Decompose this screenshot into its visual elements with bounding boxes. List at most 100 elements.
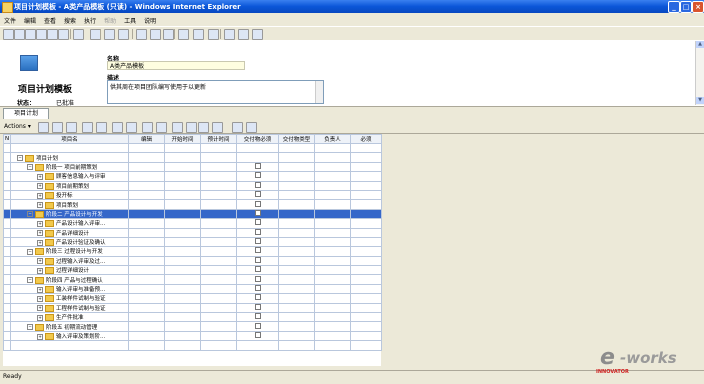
deliverable-checkbox[interactable] (254, 238, 261, 245)
toolbar-icon[interactable] (208, 29, 219, 40)
table-row[interactable]: + 工装样件试制与验证 (3, 293, 382, 304)
deliverable-checkbox[interactable] (254, 304, 261, 310)
grid-toolbar-icon[interactable] (112, 122, 123, 133)
table-row[interactable]: + 顾客信息输入与评审 (3, 171, 382, 182)
expand-icon[interactable]: + (37, 258, 43, 265)
deliverable-checkbox[interactable] (254, 163, 261, 169)
grid-toolbar-icon[interactable] (66, 122, 77, 133)
minimize-button[interactable]: _ (668, 1, 680, 13)
deliverable-checkbox[interactable] (254, 200, 261, 207)
table-row[interactable]: − 阶段三 过程设计与开发 (3, 246, 382, 257)
table-row[interactable]: + 输入评审与准备预... (3, 283, 382, 295)
description-field[interactable]: 供其周在项目团队编写使用于以更新 (107, 80, 324, 104)
table-row[interactable]: + 产品设计输入评审... (3, 218, 382, 229)
expand-icon[interactable]: + (37, 305, 43, 312)
menu-item-7[interactable]: 说明 (140, 14, 160, 25)
expand-icon[interactable]: − (27, 248, 33, 255)
toolbar-icon[interactable] (224, 29, 235, 40)
grid-toolbar-icon[interactable] (96, 122, 107, 133)
table-row[interactable]: − 项目计划 (3, 152, 382, 163)
deliverable-checkbox[interactable] (254, 332, 261, 338)
expand-icon[interactable]: − (27, 324, 33, 331)
toolbar-icon[interactable] (136, 29, 147, 40)
expand-icon[interactable]: + (37, 230, 43, 237)
deliverable-checkbox[interactable] (254, 219, 261, 226)
deliverable-checkbox[interactable] (254, 191, 261, 198)
column-header[interactable]: 编辑 (128, 134, 165, 144)
deliverable-checkbox[interactable] (254, 322, 261, 329)
grid-toolbar-icon[interactable] (52, 122, 63, 133)
table-row[interactable]: − 阶段一 项目前期策划 (3, 161, 382, 173)
grid-toolbar-icon[interactable] (246, 122, 257, 133)
scroll-down-icon[interactable]: ▼ (696, 97, 704, 104)
table-row[interactable]: − 阶段四 产品与过程确认 (3, 274, 382, 285)
column-header[interactable]: 开始时间 (164, 134, 201, 144)
menu-item-2[interactable]: 查看 (40, 14, 60, 25)
deliverable-checkbox[interactable] (254, 172, 261, 179)
grid-toolbar-icon[interactable] (212, 122, 223, 133)
toolbar-icon[interactable] (163, 29, 174, 40)
description-scrollbar[interactable] (315, 81, 323, 103)
deliverable-checkbox[interactable] (254, 247, 261, 254)
expand-icon[interactable]: + (37, 202, 43, 209)
expand-icon[interactable]: − (27, 277, 33, 284)
toolbar-icon[interactable] (252, 29, 263, 40)
table-row[interactable]: + 项目策划 (3, 199, 382, 210)
maximize-button[interactable]: □ (680, 1, 692, 13)
toolbar-icon[interactable] (3, 29, 14, 40)
deliverable-checkbox[interactable] (254, 294, 261, 301)
toolbar-icon[interactable] (238, 29, 249, 40)
deliverable-checkbox[interactable] (254, 276, 261, 282)
expand-icon[interactable]: + (37, 267, 43, 274)
expand-icon[interactable]: + (37, 220, 43, 227)
column-header[interactable]: 预计时间 (200, 134, 237, 144)
grid-toolbar-icon[interactable] (172, 122, 183, 133)
table-row[interactable]: + 输入评审及策划阶... (3, 330, 382, 342)
menu-item-3[interactable]: 搜索 (60, 14, 80, 25)
grid-toolbar-icon[interactable] (82, 122, 93, 133)
grid-toolbar-icon[interactable] (232, 122, 243, 133)
menu-item-5[interactable]: 帮助 (100, 14, 120, 25)
toolbar-icon[interactable] (178, 29, 189, 40)
table-row[interactable]: − 阶段五 初期流动管理 (3, 321, 382, 332)
menu-item-1[interactable]: 编辑 (20, 14, 40, 25)
table-row[interactable]: − 阶段二 产品设计与开发 (3, 208, 382, 220)
table-row[interactable]: + 产品设计验证及确认 (3, 236, 382, 248)
grid-toolbar-icon[interactable] (126, 122, 137, 133)
grid-toolbar-icon[interactable] (156, 122, 167, 133)
expand-icon[interactable]: + (37, 295, 43, 302)
toolbar-icon[interactable] (118, 29, 129, 40)
column-header[interactable]: 负责人 (314, 134, 351, 144)
expand-icon[interactable]: − (27, 164, 33, 171)
deliverable-checkbox[interactable] (254, 285, 261, 292)
table-row[interactable]: + 产品详细设计 (3, 227, 382, 238)
name-field[interactable]: A类产品模板 (107, 61, 245, 70)
table-row[interactable]: + 生产件批准 (3, 312, 382, 323)
menu-item-4[interactable]: 执行 (80, 14, 100, 25)
expand-icon[interactable]: + (37, 183, 43, 190)
toolbar-icon[interactable] (150, 29, 161, 40)
form-scrollbar[interactable]: ▲ ▼ (695, 41, 704, 105)
expand-icon[interactable]: + (37, 286, 43, 293)
close-button[interactable]: × (692, 1, 704, 13)
column-header[interactable]: 项目名 (10, 134, 129, 144)
scroll-up-icon[interactable]: ▲ (696, 41, 704, 48)
expand-icon[interactable]: − (17, 155, 23, 162)
expand-icon[interactable]: + (37, 192, 43, 199)
menu-item-0[interactable]: 文件 (0, 14, 20, 25)
column-header[interactable]: 交付物必须 (236, 134, 279, 144)
expand-icon[interactable]: + (37, 239, 43, 246)
deliverable-checkbox[interactable] (254, 313, 261, 320)
grid-toolbar-icon[interactable] (38, 122, 49, 133)
expand-icon[interactable]: + (37, 173, 43, 180)
toolbar-icon[interactable] (25, 29, 36, 40)
table-row[interactable]: + 项目前期策划 (3, 180, 382, 191)
column-header[interactable]: N (3, 134, 11, 144)
grid-toolbar-icon[interactable] (198, 122, 209, 133)
deliverable-checkbox[interactable] (254, 257, 261, 263)
column-header[interactable]: 必须 (350, 134, 382, 144)
toolbar-icon[interactable] (73, 29, 84, 40)
deliverable-checkbox[interactable] (254, 229, 261, 235)
grid-toolbar-icon[interactable] (186, 122, 197, 133)
column-header[interactable]: 交付物类型 (278, 134, 315, 144)
